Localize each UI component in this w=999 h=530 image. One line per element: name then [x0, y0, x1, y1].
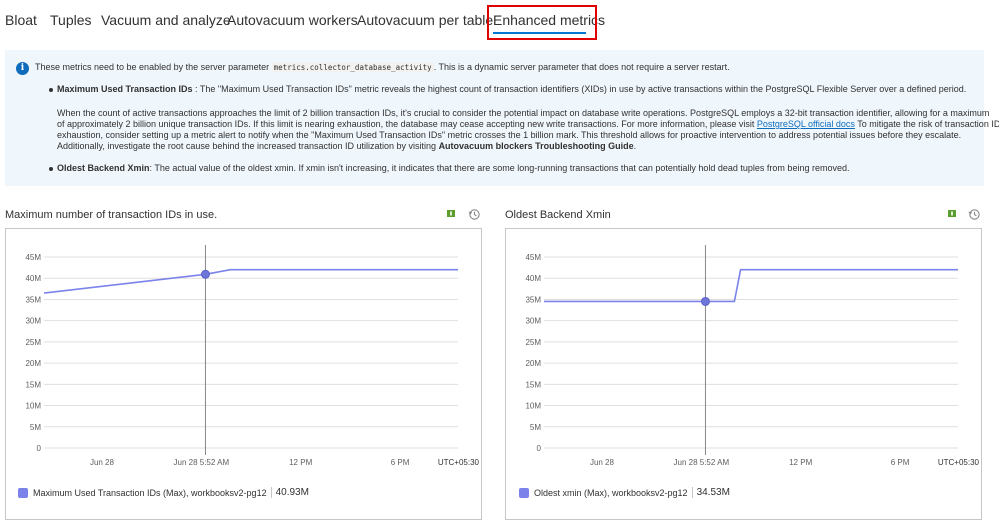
- paragraph-line: When the count of active transactions ap…: [57, 108, 990, 118]
- x-tick-label: Jun 28: [90, 458, 115, 467]
- bullet-title: Oldest Backend Xmin: [57, 163, 150, 173]
- info-icon: i: [16, 62, 29, 75]
- legend-swatch: [519, 487, 529, 498]
- history-icon[interactable]: [968, 208, 981, 221]
- chart-panel-max-txid[interactable]: 45M 40M 35M 30M 25M 20M 15M 10M 5M 0 Jun 28 Jun 28 …: [5, 228, 482, 520]
- y-tick-label: 0: [37, 444, 42, 453]
- bullet-text: : The "Maximum Used Transaction IDs" met…: [192, 84, 967, 94]
- tab-tuples[interactable]: Tuples: [50, 12, 92, 28]
- history-icon[interactable]: [468, 208, 481, 221]
- tab-vacuum-and-analyze[interactable]: Vacuum and analyze: [101, 12, 231, 28]
- y-tick-label: 35M: [25, 295, 41, 304]
- legend-swatch: [18, 487, 28, 498]
- line-chart-max-txid[interactable]: 45M 40M 35M 30M 25M 20M 15M 10M 5M 0 Jun 28 Jun 28 …: [6, 229, 483, 521]
- y-tick-label: 10M: [525, 402, 541, 411]
- paragraph-text: .: [633, 141, 637, 151]
- chart-title-max-txid: Maximum number of transaction IDs in use…: [5, 209, 218, 221]
- y-tick-label: 5M: [530, 423, 541, 432]
- line-chart-oldest-xmin[interactable]: 45M 40M 35M 30M 25M 20M 15M 10M 5M 0 Jun 28 Jun 28 …: [506, 229, 983, 521]
- x-tick-label: Jun 28: [590, 458, 615, 467]
- y-tick-label: 30M: [25, 317, 41, 326]
- pin-icon[interactable]: [446, 209, 456, 219]
- timezone-label: UTC+05:30: [438, 458, 480, 467]
- pin-icon[interactable]: [947, 209, 957, 219]
- y-tick-label: 25M: [25, 338, 41, 347]
- y-tick-label: 35M: [525, 295, 541, 304]
- paragraph-line: Additionally, investigate the root cause…: [57, 141, 636, 152]
- legend-value: 40.93M: [275, 487, 309, 498]
- paragraph-line: of approximately 2 billion unique transa…: [57, 119, 999, 130]
- bullet-dot: [49, 88, 53, 92]
- info-intro: These metrics need to be enabled by the …: [35, 62, 730, 73]
- series-line[interactable]: [544, 268, 958, 303]
- legend-value: 34.53M: [696, 487, 730, 498]
- y-tick-label: 40M: [25, 274, 41, 283]
- chart-panel-oldest-xmin[interactable]: 45M 40M 35M 30M 25M 20M 15M 10M 5M 0 Jun 28 Jun 28 …: [505, 228, 982, 520]
- timezone-label: UTC+05:30: [938, 458, 980, 467]
- bullet-oldest-backend-xmin: Oldest Backend Xmin: The actual value of…: [57, 163, 849, 174]
- x-tick-label: 6 PM: [391, 458, 410, 467]
- server-parameter-code: metrics.collector_database_activity: [271, 63, 434, 72]
- x-tick-label: 12 PM: [289, 458, 312, 467]
- bullet-title: Maximum Used Transaction IDs: [57, 84, 193, 94]
- y-tick-label: 25M: [525, 338, 541, 347]
- y-tick-label: 30M: [525, 317, 541, 326]
- y-tick-label: 15M: [25, 380, 41, 389]
- cursor-point: [700, 296, 710, 306]
- y-tick-label: 45M: [525, 253, 541, 262]
- bullet-text: : The actual value of the oldest xmin. I…: [149, 163, 850, 173]
- tab-bloat[interactable]: Bloat: [5, 12, 37, 28]
- chart-title-oldest-xmin: Oldest Backend Xmin: [505, 209, 611, 221]
- legend-series-name: Oldest xmin (Max), workbooksv2-pg12: [534, 487, 688, 498]
- paragraph-text: of approximately 2 billion unique transa…: [57, 119, 757, 129]
- y-tick-label: 5M: [30, 423, 41, 432]
- tab-autovacuum-per-table[interactable]: Autovacuum per table: [357, 12, 493, 28]
- chart-legend[interactable]: Maximum Used Transaction IDs (Max), work…: [18, 487, 309, 498]
- paragraph-text: To mitigate the risk of transaction ID: [854, 119, 999, 129]
- paragraph-line: exhaustion, consider setting up a metric…: [57, 130, 962, 140]
- y-tick-label: 20M: [525, 359, 541, 368]
- bullet-dot: [49, 167, 53, 171]
- legend-series-name: Maximum Used Transaction IDs (Max), work…: [33, 487, 267, 498]
- legend-divider: [270, 487, 272, 498]
- y-tick-label: 40M: [525, 274, 541, 283]
- x-tick-label: Jun 28 5:52 AM: [174, 458, 230, 467]
- y-tick-label: 45M: [25, 253, 41, 262]
- paragraph-text: Additionally, investigate the root cause…: [57, 141, 439, 151]
- legend-divider: [691, 487, 693, 498]
- y-tick-label: 20M: [25, 359, 41, 368]
- chart-legend[interactable]: Oldest xmin (Max), workbooksv2-pg12 34.5…: [519, 487, 730, 498]
- bullet-max-used-txid: Maximum Used Transaction IDs : The "Maxi…: [57, 84, 966, 95]
- info-intro-text: These metrics need to be enabled by the …: [35, 62, 270, 72]
- highlight-annotation: [487, 5, 597, 40]
- postgresql-docs-link[interactable]: PostgreSQL official docs: [757, 119, 855, 129]
- x-tick-label: 12 PM: [789, 458, 812, 467]
- info-banner: i These metrics need to be enabled by th…: [5, 50, 999, 186]
- info-intro-suffix: . This is a dynamic server parameter tha…: [433, 62, 730, 72]
- y-tick-label: 0: [537, 444, 542, 453]
- tab-bar: Bloat Tuples Vacuum and analyze Autovacu…: [0, 0, 999, 44]
- x-tick-label: Jun 28 5:52 AM: [674, 458, 730, 467]
- x-tick-label: 6 PM: [891, 458, 910, 467]
- troubleshooting-guide-ref: Autovacuum blockers Troubleshooting Guid…: [438, 141, 634, 151]
- cursor-point: [200, 269, 210, 279]
- tab-autovacuum-workers[interactable]: Autovacuum workers: [227, 12, 358, 28]
- y-tick-label: 10M: [25, 402, 41, 411]
- series-line[interactable]: [43, 268, 458, 294]
- y-tick-label: 15M: [525, 380, 541, 389]
